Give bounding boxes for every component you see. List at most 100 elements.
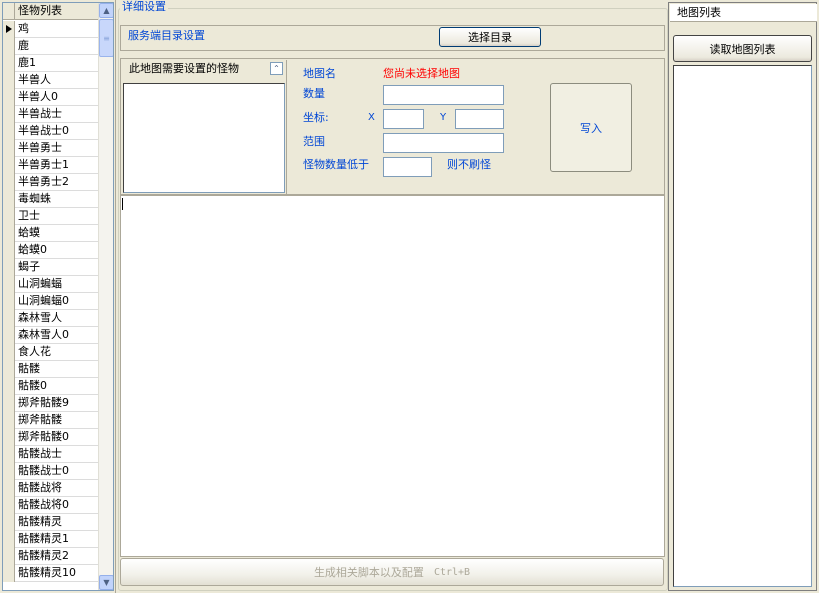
monster-row[interactable]: 骷髅战士0 (3, 463, 100, 480)
row-indicator[interactable] (3, 293, 15, 310)
threshold-input[interactable] (383, 157, 432, 177)
output-textarea[interactable] (120, 195, 665, 557)
monster-row[interactable]: 半兽勇士2 (3, 174, 100, 191)
monster-name-cell[interactable]: 骷髅精灵1 (15, 531, 100, 547)
row-indicator[interactable] (3, 565, 15, 582)
monster-name-cell[interactable]: 掷斧骷髅 (15, 412, 100, 428)
scroll-thumb[interactable]: ≡ (99, 19, 113, 57)
monster-name-cell[interactable]: 半兽勇士2 (15, 174, 100, 190)
row-indicator[interactable] (3, 276, 15, 293)
monster-row[interactable]: 鸡 (3, 21, 100, 38)
row-indicator[interactable] (3, 157, 15, 174)
monster-row[interactable]: 骷髅精灵1 (3, 531, 100, 548)
monster-row[interactable]: 毒蜘蛛 (3, 191, 100, 208)
monster-name-cell[interactable]: 骷髅战将0 (15, 497, 100, 513)
row-indicator[interactable] (3, 191, 15, 208)
monster-row[interactable]: 骷髅精灵10 (3, 565, 100, 582)
monster-name-cell[interactable]: 半兽人 (15, 72, 100, 88)
monster-name-cell[interactable]: 骷髅战将 (15, 480, 100, 496)
monster-row[interactable]: 蛤蟆0 (3, 242, 100, 259)
monster-name-cell[interactable]: 食人花 (15, 344, 100, 360)
monster-row[interactable]: 骷髅战士 (3, 446, 100, 463)
monster-name-cell[interactable]: 半兽勇士 (15, 140, 100, 156)
scroll-down-icon[interactable]: ▼ (99, 575, 113, 590)
row-indicator[interactable] (3, 361, 15, 378)
monster-row[interactable]: 骷髅精灵 (3, 514, 100, 531)
monster-row[interactable]: 鹿 (3, 38, 100, 55)
monster-row[interactable]: 山洞蝙蝠 (3, 276, 100, 293)
monster-row[interactable]: 食人花 (3, 344, 100, 361)
monster-list-scrollbar[interactable]: ▲ ≡ ▼ (98, 3, 113, 590)
row-indicator[interactable] (3, 55, 15, 72)
row-indicator[interactable] (3, 344, 15, 361)
monster-name-cell[interactable]: 骷髅战士0 (15, 463, 100, 479)
row-indicator[interactable] (3, 514, 15, 531)
row-indicator[interactable] (3, 429, 15, 446)
monster-row[interactable]: 半兽战士0 (3, 123, 100, 140)
coord-x-input[interactable] (383, 109, 424, 129)
monster-row[interactable]: 半兽勇士1 (3, 157, 100, 174)
monster-name-cell[interactable]: 山洞蝙蝠 (15, 276, 100, 292)
monster-name-cell[interactable]: 森林雪人0 (15, 327, 100, 343)
monster-name-cell[interactable]: 毒蜘蛛 (15, 191, 100, 207)
monster-row[interactable]: 骷髅 (3, 361, 100, 378)
row-indicator[interactable] (3, 242, 15, 259)
row-indicator[interactable] (3, 378, 15, 395)
row-indicator[interactable] (3, 327, 15, 344)
map-monster-listbox[interactable] (123, 83, 285, 193)
monster-row[interactable]: 半兽人0 (3, 89, 100, 106)
monster-row[interactable]: 森林雪人 (3, 310, 100, 327)
monster-name-cell[interactable]: 掷斧骷髅9 (15, 395, 100, 411)
row-indicator[interactable] (3, 446, 15, 463)
current-row-arrow-icon[interactable] (3, 21, 15, 38)
row-indicator[interactable] (3, 38, 15, 55)
monster-row[interactable]: 骷髅0 (3, 378, 100, 395)
monster-name-cell[interactable]: 鹿 (15, 38, 100, 54)
monster-name-cell[interactable]: 骷髅精灵 (15, 514, 100, 530)
monster-row[interactable]: 卫士 (3, 208, 100, 225)
monster-row[interactable]: 掷斧骷髅9 (3, 395, 100, 412)
row-indicator[interactable] (3, 259, 15, 276)
monster-name-cell[interactable]: 骷髅战士 (15, 446, 100, 462)
range-input[interactable] (383, 133, 504, 153)
row-indicator[interactable] (3, 480, 15, 497)
choose-directory-button[interactable]: 选择目录 (439, 27, 541, 47)
monster-row[interactable]: 森林雪人0 (3, 327, 100, 344)
row-indicator[interactable] (3, 123, 15, 140)
monster-name-cell[interactable]: 山洞蝙蝠0 (15, 293, 100, 309)
monster-name-cell[interactable]: 半兽勇士1 (15, 157, 100, 173)
row-indicator[interactable] (3, 208, 15, 225)
coord-y-input[interactable] (455, 109, 504, 129)
monster-name-cell[interactable]: 森林雪人 (15, 310, 100, 326)
monster-name-cell[interactable]: 半兽战士0 (15, 123, 100, 139)
monster-name-cell[interactable]: 蝎子 (15, 259, 100, 275)
monster-row[interactable]: 半兽人 (3, 72, 100, 89)
monster-row[interactable]: 鹿1 (3, 55, 100, 72)
row-indicator[interactable] (3, 395, 15, 412)
row-indicator[interactable] (3, 174, 15, 191)
monster-row[interactable]: 骷髅战将 (3, 480, 100, 497)
monster-row[interactable]: 蝎子 (3, 259, 100, 276)
row-indicator[interactable] (3, 140, 15, 157)
row-indicator[interactable] (3, 497, 15, 514)
monster-row[interactable]: 半兽战士 (3, 106, 100, 123)
monster-name-cell[interactable]: 骷髅精灵10 (15, 565, 100, 581)
row-indicator[interactable] (3, 412, 15, 429)
monster-name-cell[interactable]: 鸡 (15, 21, 100, 37)
monster-row[interactable]: 山洞蝙蝠0 (3, 293, 100, 310)
row-indicator[interactable] (3, 72, 15, 89)
row-indicator[interactable] (3, 106, 15, 123)
collapse-up-icon[interactable]: ⌃ (270, 62, 283, 75)
row-indicator[interactable] (3, 225, 15, 242)
read-map-list-button[interactable]: 读取地图列表 (673, 35, 812, 62)
row-indicator[interactable] (3, 548, 15, 565)
monster-row[interactable]: 掷斧骷髅0 (3, 429, 100, 446)
write-button[interactable]: 写入 (550, 83, 632, 172)
map-listbox[interactable] (673, 65, 812, 587)
monster-list-column-header[interactable]: 怪物列表 (15, 3, 100, 19)
monster-name-cell[interactable]: 半兽人0 (15, 89, 100, 105)
monster-name-cell[interactable]: 蛤蟆0 (15, 242, 100, 258)
monster-name-cell[interactable]: 卫士 (15, 208, 100, 224)
row-indicator[interactable] (3, 463, 15, 480)
row-indicator[interactable] (3, 310, 15, 327)
